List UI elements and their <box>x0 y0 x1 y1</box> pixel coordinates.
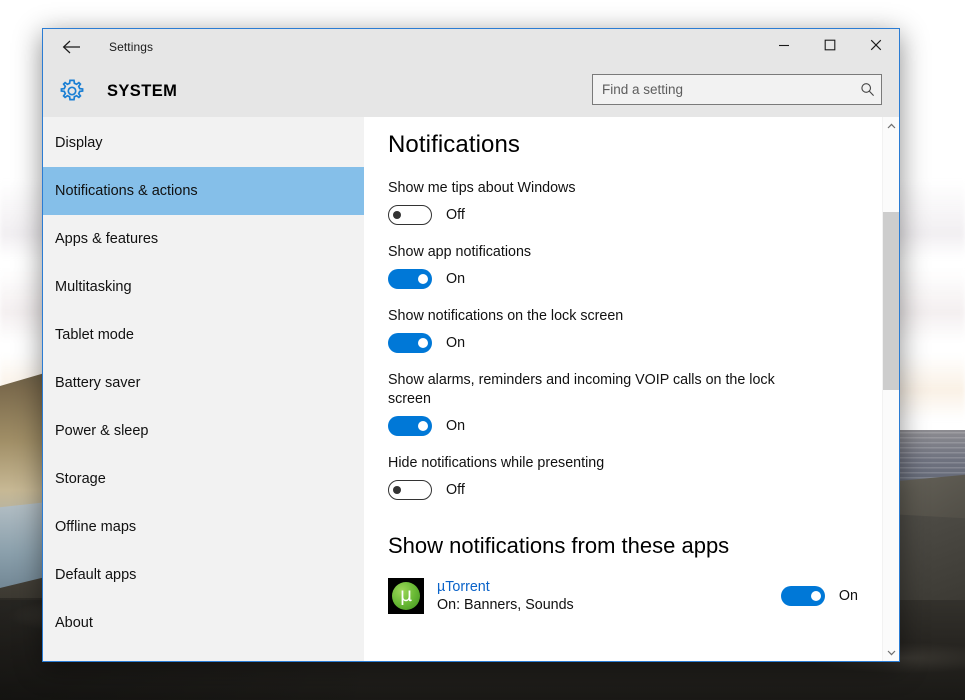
app-notification-row: µ µTorrent On: Banners, Sounds On <box>388 571 858 621</box>
content-scrollbar[interactable] <box>882 117 899 661</box>
sidebar-item-tablet-mode[interactable]: Tablet mode <box>43 311 364 359</box>
sidebar-item-notifications-actions[interactable]: Notifications & actions <box>43 167 364 215</box>
toggle-show-tips[interactable] <box>388 205 432 225</box>
section-title: Notifications <box>388 131 521 158</box>
toggle-knob <box>418 421 428 431</box>
sidebar-item-offline-maps[interactable]: Offline maps <box>43 503 364 551</box>
setting-lock-screen-notifications: Show notifications on the lock screen On <box>388 307 808 353</box>
sidebar-item-default-apps[interactable]: Default apps <box>43 551 364 599</box>
toggle-utorrent-notifications[interactable] <box>780 586 825 606</box>
toggle-alarms-voip[interactable] <box>388 416 432 436</box>
setting-label: Show me tips about Windows <box>388 180 576 196</box>
page-header: SYSTEM <box>43 65 899 117</box>
desktop-wallpaper: Settings SYSTEM Find a setting Display N… <box>0 0 965 700</box>
toggle-state-label: On <box>446 271 466 287</box>
toggle-knob <box>810 591 821 601</box>
window-body: Display Notifications & actions Apps & f… <box>43 117 899 661</box>
sidebar-item-label: Display <box>55 135 103 151</box>
toggle-state-label: On <box>446 418 466 434</box>
apps-section-heading: Show notifications from these apps <box>388 533 730 558</box>
window-controls <box>761 29 899 61</box>
utorrent-icon: µ <box>388 578 424 614</box>
toggle-line: On <box>388 333 808 353</box>
setting-label: Show alarms, reminders and incoming VOIP… <box>388 372 775 407</box>
sidebar-item-label: Battery saver <box>55 375 141 391</box>
toggle-state-label: Off <box>446 482 465 498</box>
toggle-state-label: On <box>838 588 858 604</box>
sidebar-item-label: Apps & features <box>55 231 159 247</box>
sidebar-item-label: Tablet mode <box>55 327 134 343</box>
app-name-link[interactable]: µTorrent <box>437 578 781 596</box>
sidebar-item-power-sleep[interactable]: Power & sleep <box>43 407 364 455</box>
toggle-line: Off <box>388 205 808 225</box>
toggle-knob <box>393 211 401 219</box>
close-button[interactable] <box>853 29 899 61</box>
setting-alarms-voip: Show alarms, reminders and incoming VOIP… <box>388 371 808 436</box>
maximize-button[interactable] <box>807 29 853 61</box>
search-icon[interactable] <box>853 75 881 104</box>
sidebar-item-multitasking[interactable]: Multitasking <box>43 263 364 311</box>
title-bar: Settings <box>43 29 899 65</box>
content-scroll-area: Notifications Show me tips about Windows… <box>364 117 899 661</box>
back-arrow-icon[interactable] <box>49 31 95 63</box>
toggle-knob <box>418 338 428 348</box>
sidebar-item-label: Power & sleep <box>55 423 149 439</box>
setting-hide-while-presenting: Hide notifications while presenting Off <box>388 454 808 500</box>
toggle-state-label: Off <box>446 207 465 223</box>
sidebar-item-about[interactable]: About <box>43 599 364 647</box>
setting-label: Show notifications on the lock screen <box>388 308 624 324</box>
gear-icon <box>56 75 88 107</box>
toggle-lock-screen-notifications[interactable] <box>388 333 432 353</box>
sidebar-item-label: Offline maps <box>55 519 137 535</box>
content-panel: Notifications Show me tips about Windows… <box>364 117 899 661</box>
app-toggle-line: On <box>780 586 858 606</box>
minimize-button[interactable] <box>761 29 807 61</box>
sidebar-item-label: Multitasking <box>55 279 132 295</box>
toggle-knob <box>418 274 428 284</box>
search-input[interactable] <box>593 82 853 97</box>
scrollbar-thumb[interactable] <box>883 212 899 390</box>
sidebar-item-label: About <box>55 615 93 631</box>
sidebar-item-display[interactable]: Display <box>43 119 364 167</box>
toggle-line: On <box>388 416 808 436</box>
settings-window: Settings SYSTEM Find a setting Display N… <box>42 28 900 662</box>
toggle-knob <box>393 486 401 494</box>
window-title: Settings <box>109 40 154 54</box>
toggle-line: On <box>388 269 808 289</box>
sidebar-item-storage[interactable]: Storage <box>43 455 364 503</box>
sidebar-item-battery-saver[interactable]: Battery saver <box>43 359 364 407</box>
toggle-line: Off <box>388 480 808 500</box>
setting-label: Hide notifications while presenting <box>388 455 605 471</box>
page-title: SYSTEM <box>107 81 178 100</box>
toggle-hide-while-presenting[interactable] <box>388 480 432 500</box>
sidebar-nav: Display Notifications & actions Apps & f… <box>43 117 364 661</box>
app-subtitle: On: Banners, Sounds <box>437 596 574 613</box>
toggle-show-app-notifications[interactable] <box>388 269 432 289</box>
setting-label: Show app notifications <box>388 244 532 260</box>
sidebar-item-apps-features[interactable]: Apps & features <box>43 215 364 263</box>
setting-show-tips: Show me tips about Windows Off <box>388 179 808 225</box>
toggle-state-label: On <box>446 335 466 351</box>
sidebar-item-label: Default apps <box>55 567 137 583</box>
utorrent-icon-glyph: µ <box>392 582 420 610</box>
search-box[interactable] <box>592 74 882 105</box>
sidebar-item-label: Notifications & actions <box>55 183 198 199</box>
app-text: µTorrent On: Banners, Sounds <box>437 578 781 615</box>
sidebar-item-label: Storage <box>55 471 106 487</box>
setting-show-app-notifications: Show app notifications On <box>388 243 808 289</box>
chevron-down-icon[interactable] <box>883 644 899 661</box>
chevron-up-icon[interactable] <box>883 117 899 134</box>
